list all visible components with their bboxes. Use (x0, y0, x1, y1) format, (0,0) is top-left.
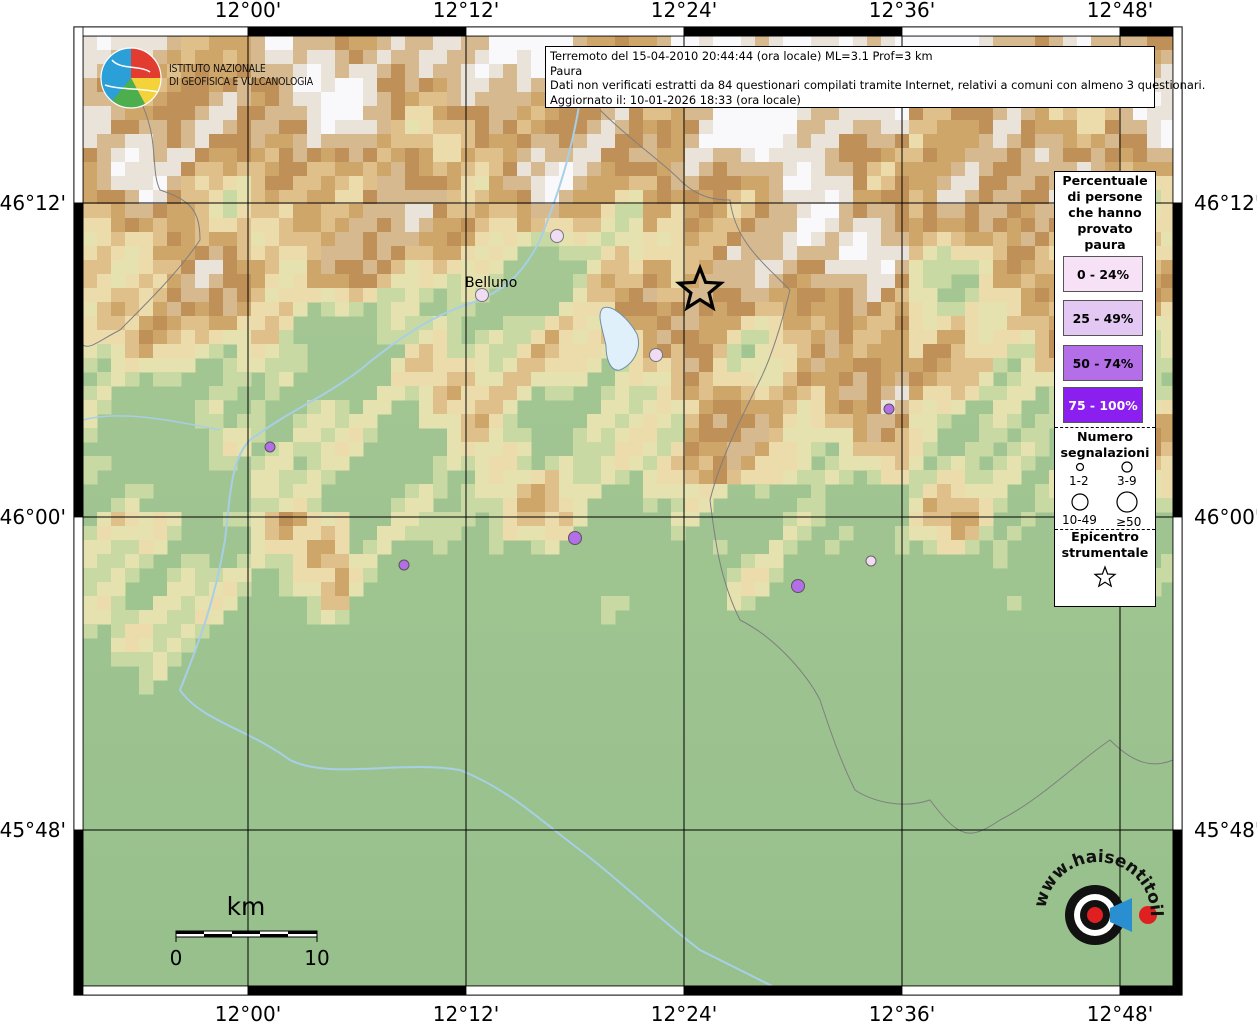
frame-segment (683, 26, 903, 37)
frame-segment (683, 985, 903, 996)
legend-count-title: Numero segnalazioni (1055, 429, 1155, 461)
info-line-updated: Aggiornato il: 10-01-2026 18:33 (ora loc… (550, 92, 801, 107)
legend: Percentuale di persone che hanno provato… (1054, 171, 1156, 607)
longitude-label-bottom: 12°12' (433, 1002, 499, 1024)
point (398, 559, 410, 571)
frame-segment (247, 26, 467, 37)
point (883, 403, 895, 415)
frame-segment (1172, 829, 1183, 996)
latitude-label-left: 45°48' (0, 818, 66, 842)
longitude-label-top: 12°00' (215, 0, 281, 22)
point (649, 348, 663, 362)
legend-title-line: provato (1077, 221, 1133, 236)
frame-segment (247, 985, 467, 996)
longitude-label-bottom: 12°00' (215, 1002, 281, 1024)
frame-segment (901, 26, 1121, 37)
ingv-name-line2: DI GEOFISICA E VULCANOLOGIA (169, 76, 313, 88)
longitude-label-top: 12°48' (1087, 0, 1153, 22)
info-line-parameter: Paura (550, 63, 583, 78)
legend-title-line: di persone (1067, 189, 1143, 204)
legend-class-0: 0 - 24% (1063, 256, 1143, 292)
scalebar-unit: km (227, 892, 266, 921)
ingv-name: ISTITUTO NAZIONALE DI GEOFISICA E VULCAN… (169, 63, 313, 89)
ingv-name-line1: ISTITUTO NAZIONALE (169, 63, 266, 75)
frame-segment (73, 829, 84, 996)
legend-size-label: ≥50 (1116, 515, 1142, 529)
point (475, 288, 489, 302)
info-line-event: Terremoto del 15-04-2010 20:44:44 (ora l… (550, 49, 933, 63)
scalebar-end: 10 (304, 946, 329, 970)
terrain-layer (83, 36, 1173, 986)
legend-size-label: 1-2 (1069, 474, 1089, 488)
legend-epicenter-title-line: strumentale (1061, 545, 1149, 560)
frame-segment (73, 516, 84, 831)
legend-size-label: 10-49 (1062, 513, 1097, 527)
point (791, 579, 805, 593)
legend-class-1: 25 - 49% (1063, 300, 1143, 336)
latitude-label-left: 46°12' (0, 191, 66, 215)
legend-class-3: 75 - 100% (1063, 387, 1143, 423)
frame-segment (73, 202, 84, 518)
latitude-label-left: 46°00' (0, 505, 66, 529)
legend-title-line: che hanno (1068, 205, 1142, 220)
legend-title-line: Percentuale (1062, 173, 1148, 188)
ingv-logo-icon (100, 47, 162, 109)
legend-size-label: 3-9 (1117, 474, 1137, 488)
legend-title: Percentuale di persone che hanno provato… (1055, 173, 1155, 253)
event-info-box: Terremoto del 15-04-2010 20:44:44 (ora l… (545, 46, 1206, 108)
legend-class-2: 50 - 74% (1063, 345, 1143, 381)
point (568, 531, 582, 545)
scalebar-start: 0 (170, 946, 183, 970)
latitude-label-right: 45°48' (1194, 818, 1257, 842)
frame-segment (73, 985, 249, 996)
legend-star-icon (1093, 565, 1117, 588)
frame-segment (73, 26, 84, 204)
frame-segment (465, 985, 685, 996)
longitude-label-top: 12°12' (433, 0, 499, 22)
legend-count-title-line: Numero (1076, 429, 1134, 444)
frame-segment (901, 985, 1121, 996)
frame-segment (1172, 516, 1183, 831)
frame-segment (1172, 202, 1183, 518)
longitude-label-bottom: 12°48' (1087, 1002, 1153, 1024)
longitude-label-top: 12°24' (651, 0, 717, 22)
info-line-data-note: Dati non verificati estratti da 84 quest… (550, 78, 1206, 93)
longitude-label-bottom: 12°24' (651, 1002, 717, 1024)
place-label-belluno: Belluno (465, 275, 517, 291)
frame-segment (73, 26, 249, 37)
point (550, 229, 564, 243)
latitude-label-right: 46°12' (1194, 191, 1257, 215)
legend-epicenter-title: Epicentro strumentale (1055, 529, 1155, 561)
frame-segment (465, 26, 685, 37)
legend-title-line: paura (1084, 237, 1126, 252)
point (865, 555, 877, 567)
longitude-label-bottom: 12°36' (869, 1002, 935, 1024)
legend-divider (1055, 427, 1155, 428)
frame-segment (1172, 26, 1183, 204)
longitude-label-top: 12°36' (869, 0, 935, 22)
legend-epicenter-title-line: Epicentro (1071, 529, 1139, 544)
latitude-label-right: 46°00' (1194, 505, 1257, 529)
point (264, 441, 276, 453)
